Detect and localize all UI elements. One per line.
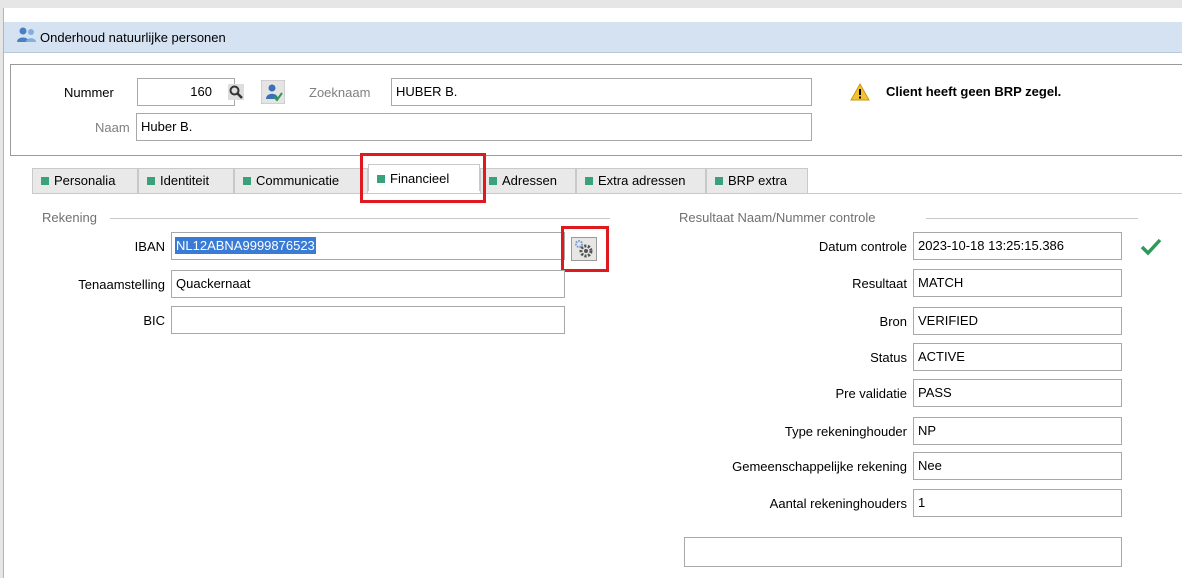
aantal-rekeninghouders-label: Aantal rekeninghouders: [769, 496, 907, 511]
iban-field[interactable]: NL12ABNA9999876523: [171, 232, 565, 260]
tab-marker: [147, 177, 155, 185]
persons-icon: [17, 27, 36, 42]
datum-controle-label: Datum controle: [818, 239, 907, 254]
tab-label: BRP extra: [728, 173, 788, 188]
bron-field[interactable]: VERIFIED: [913, 307, 1122, 335]
gemeenschappelijke-rekening-field[interactable]: Nee: [913, 452, 1122, 480]
tab-marker: [585, 177, 593, 185]
rekening-group-line: [110, 218, 610, 219]
bron-label: Bron: [879, 314, 907, 329]
tab-extra-adressen[interactable]: Extra adressen: [576, 168, 706, 193]
type-rekeninghouder-label: Type rekeninghouder: [784, 424, 907, 439]
person-check-icon[interactable]: [261, 80, 285, 104]
tab-label: Personalia: [54, 173, 116, 188]
tab-identiteit[interactable]: Identiteit: [138, 168, 234, 193]
iban-label: IBAN: [134, 239, 165, 254]
tenaamstelling-label: Tenaamstelling: [78, 277, 165, 292]
tab-communicatie[interactable]: Communicatie: [234, 168, 368, 193]
controle-group-title: Resultaat Naam/Nummer controle: [679, 210, 876, 225]
window-title: Onderhoud natuurlijke personen: [40, 30, 226, 45]
warning-icon: [850, 83, 870, 101]
gears-icon[interactable]: [571, 237, 597, 261]
tab-marker: [489, 177, 497, 185]
datum-controle-field[interactable]: 2023-10-18 13:25:15.386: [913, 232, 1122, 260]
gemeenschappelijke-rekening-label: Gemeenschappelijke rekening: [732, 459, 907, 474]
naam-field[interactable]: Huber B.: [136, 113, 812, 141]
controle-message-field[interactable]: [684, 537, 1122, 567]
tab-label: Extra adressen: [598, 173, 686, 188]
tab-adressen[interactable]: Adressen: [480, 168, 576, 193]
pre-validatie-field[interactable]: PASS: [913, 379, 1122, 407]
pre-validatie-label: Pre validatie: [835, 386, 907, 401]
tab-marker: [715, 177, 723, 185]
controle-group-line: [926, 218, 1138, 219]
zoeknaam-label: Zoeknaam: [309, 85, 371, 100]
rekening-group-title: Rekening: [42, 210, 97, 225]
tab-marker: [243, 177, 251, 185]
tab-baseline: [32, 193, 1182, 194]
resultaat-field[interactable]: MATCH: [913, 269, 1122, 297]
search-icon[interactable]: [228, 84, 244, 100]
type-rekeninghouder-field[interactable]: NP: [913, 417, 1122, 445]
bic-field[interactable]: [171, 306, 565, 334]
resultaat-label: Resultaat: [852, 276, 907, 291]
zoeknaam-field[interactable]: HUBER B.: [391, 78, 812, 106]
bic-label: BIC: [143, 313, 165, 328]
status-label: Status: [870, 350, 907, 365]
nummer-label: Nummer: [64, 85, 114, 100]
check-icon: [1140, 238, 1162, 256]
tab-label: Communicatie: [256, 173, 340, 188]
iban-value: NL12ABNA9999876523: [175, 237, 316, 254]
status-field[interactable]: ACTIVE: [913, 343, 1122, 371]
naam-label: Naam: [95, 120, 130, 135]
tab-highlight-frame: [360, 153, 486, 203]
tab-label: Identiteit: [160, 173, 210, 188]
nummer-field[interactable]: 160: [137, 78, 235, 106]
warning-text: Client heeft geen BRP zegel.: [886, 84, 1062, 99]
tab-marker: [41, 177, 49, 185]
tab-personalia[interactable]: Personalia: [32, 168, 138, 193]
top-strip: [0, 0, 1182, 8]
aantal-rekeninghouders-field[interactable]: 1: [913, 489, 1122, 517]
tab-label: Adressen: [502, 173, 557, 188]
tenaamstelling-field[interactable]: Quackernaat: [171, 270, 565, 298]
tab-brp-extra[interactable]: BRP extra: [706, 168, 808, 193]
